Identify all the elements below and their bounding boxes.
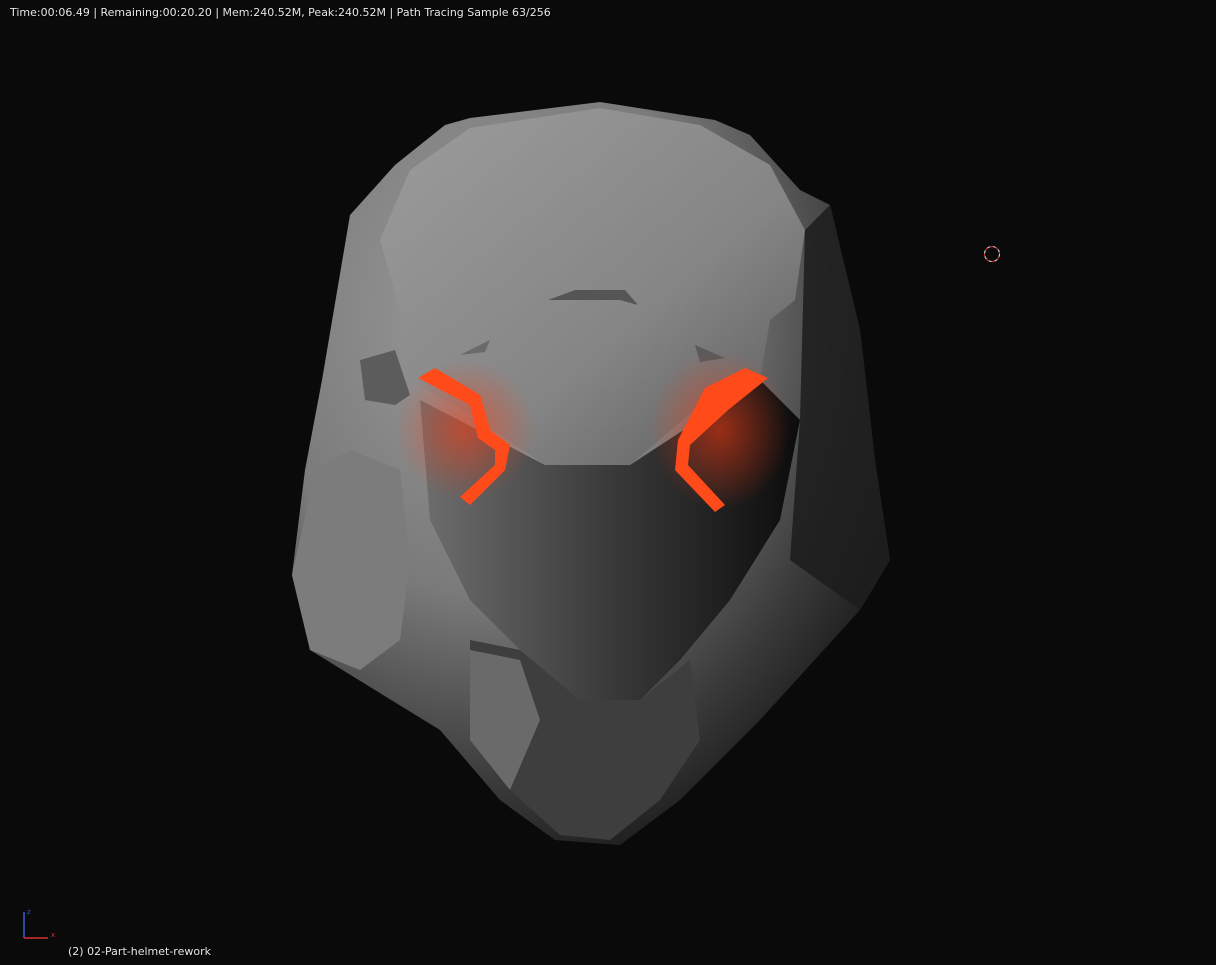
render-stats: Time:00:06.49 | Remaining:00:20.20 | Mem…	[10, 6, 551, 19]
axis-x-label: x	[51, 931, 55, 939]
3d-cursor-icon[interactable]	[983, 245, 1001, 263]
render-preview	[292, 102, 890, 845]
axis-z-label: z	[27, 908, 31, 916]
active-object-label: (2) 02-Part-helmet-rework	[68, 945, 211, 958]
3d-viewport[interactable]: Time:00:06.49 | Remaining:00:20.20 | Mem…	[0, 0, 1216, 965]
axis-gizmo-icon: z x	[23, 908, 55, 939]
